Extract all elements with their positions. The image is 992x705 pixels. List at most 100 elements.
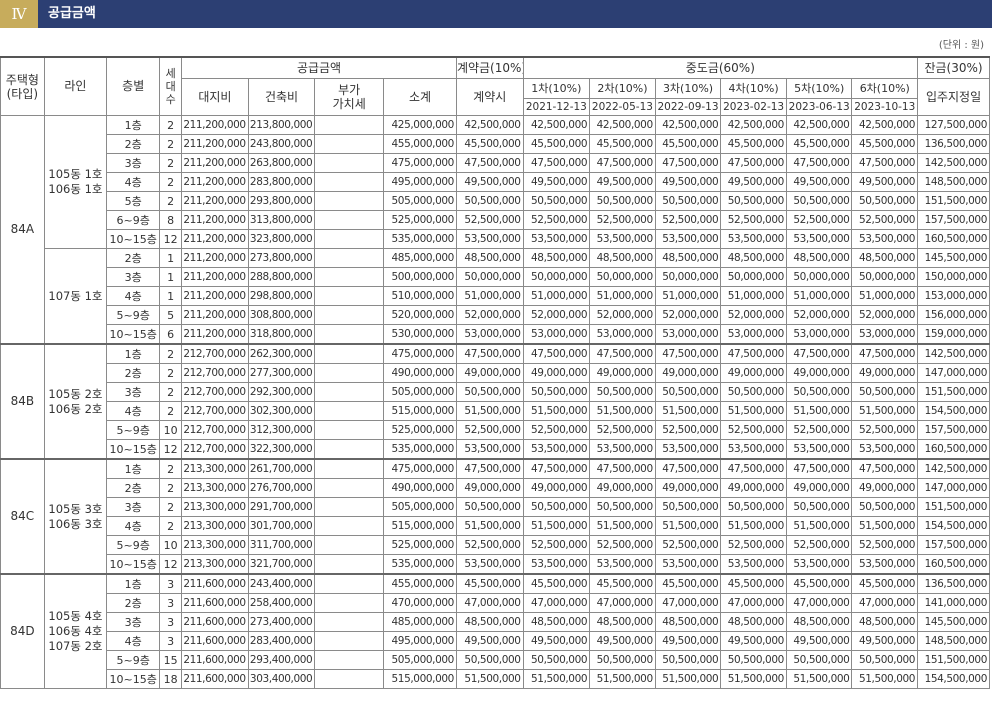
cell-middle-1: 47,000,000 [522,593,591,613]
cell-floor: 1층 [106,458,161,479]
cell-count: 1 [159,267,183,287]
cell-middle-4: 53,000,000 [720,324,787,345]
cell-middle-6: 49,500,000 [851,172,919,192]
cell-subtotal: 525,000,000 [383,535,457,555]
cell-contract: 52,500,000 [455,210,524,230]
table-row: 3층 2 213,300,000 291,700,000 505,000,000 50,5… [1,497,990,517]
cell-building: 273,400,000 [247,612,316,632]
cell-middle-4: 53,500,000 [720,439,787,460]
cell-middle-6: 49,000,000 [851,478,919,498]
cell-building: 318,800,000 [247,324,316,345]
cell-vat [314,191,385,211]
cell-building: 258,400,000 [247,593,316,613]
cell-floor: 2층 [106,134,161,154]
cell-subtotal: 475,000,000 [383,458,457,479]
cell-vat [314,516,385,536]
cell-floor: 1층 [106,343,161,364]
cell-land: 213,300,000 [181,478,249,498]
cell-building: 293,800,000 [247,191,316,211]
cell-middle-2: 47,500,000 [589,153,656,173]
cell-middle-1: 52,500,000 [522,535,591,555]
cell-middle-5: 53,500,000 [785,439,853,460]
cell-subtotal: 485,000,000 [383,612,457,632]
cell-count: 3 [159,612,183,632]
table-row: 84D 105동 4호 106동 4호 107동 2호 1층 3 211,600,000… [0,573,990,689]
cell-middle-2: 48,500,000 [589,612,656,632]
cell-building: 321,700,000 [247,554,316,575]
cell-balance: 147,000,000 [917,478,990,498]
col-subtotal: 소계 [383,78,457,116]
cell-land: 212,700,000 [181,382,249,402]
cell-middle-4: 52,000,000 [720,305,787,325]
cell-middle-1: 53,500,000 [522,554,591,575]
cell-middle-4: 47,500,000 [720,458,787,479]
cell-subtotal: 500,000,000 [383,267,457,287]
cell-middle-3: 50,500,000 [654,382,722,402]
cell-contract: 50,500,000 [455,497,524,517]
cell-middle-6: 49,500,000 [851,631,919,651]
cell-subtotal: 475,000,000 [383,153,457,173]
cell-middle-3: 51,500,000 [654,401,722,421]
cell-middle-3: 49,000,000 [654,478,722,498]
cell-middle-5: 51,000,000 [785,286,853,306]
cell-balance: 157,500,000 [917,210,990,230]
cell-middle-6: 52,500,000 [851,535,919,555]
cell-balance: 142,500,000 [917,458,990,479]
cell-middle-4: 50,000,000 [720,267,787,287]
cell-building: 313,800,000 [247,210,316,230]
table-row: 10~15층 12 213,300,000 321,700,000 535,000,00… [1,554,990,575]
cell-subtotal: 455,000,000 [383,134,457,154]
cell-contract: 51,500,000 [455,401,524,421]
cell-balance: 160,500,000 [917,229,990,249]
table-row: 2층 2 211,200,000 243,800,000 455,000,000 45,5… [1,134,990,154]
cell-middle-2: 50,000,000 [589,267,656,287]
cell-middle-5: 45,500,000 [785,134,853,154]
cell-middle-4: 50,500,000 [720,650,787,670]
cell-count: 2 [159,172,183,192]
cell-floor: 5~9층 [106,420,161,440]
cell-balance: 154,500,000 [917,401,990,421]
cell-middle-5: 48,500,000 [785,612,853,632]
cell-building: 302,300,000 [247,401,316,421]
cell-middle-4: 50,500,000 [720,497,787,517]
cell-floor: 2층 [106,248,161,268]
cell-building: 311,700,000 [247,535,316,555]
cell-middle-5: 53,500,000 [785,229,853,249]
cell-count: 3 [159,573,183,594]
table-row: 5~9층 15 211,600,000 293,400,000 505,000,000 5… [1,650,990,670]
cell-middle-5: 45,500,000 [785,573,853,594]
cell-vat [314,439,385,460]
cell-balance: 141,000,000 [917,593,990,613]
cell-building: 312,300,000 [247,420,316,440]
cell-building: 273,800,000 [247,248,316,268]
cell-balance: 148,500,000 [917,631,990,651]
cell-subtotal: 475,000,000 [383,343,457,364]
cell-middle-5: 51,500,000 [785,401,853,421]
cell-middle-5: 51,500,000 [785,516,853,536]
cell-middle-6: 53,000,000 [851,324,919,345]
cell-building: 213,800,000 [247,115,316,135]
cell-middle-6: 53,500,000 [851,229,919,249]
cell-balance: 154,500,000 [917,669,990,689]
cell-middle-5: 47,500,000 [785,458,853,479]
cell-vat [314,573,385,594]
cell-building: 243,400,000 [247,573,316,594]
cell-middle-4: 53,500,000 [720,554,787,575]
cell-building: 301,700,000 [247,516,316,536]
col-floor: 층별 [106,56,161,116]
cell-middle-1: 50,000,000 [522,267,591,287]
cell-middle-4: 47,000,000 [720,593,787,613]
cell-building: 283,800,000 [247,172,316,192]
cell-subtotal: 485,000,000 [383,248,457,268]
col-middle-5: 5차(10%) [785,78,853,99]
cell-vat [314,267,385,287]
cell-floor: 3층 [106,267,161,287]
cell-middle-6: 53,500,000 [851,554,919,575]
cell-subtotal: 515,000,000 [383,516,457,536]
cell-middle-2: 42,500,000 [589,115,656,135]
table-row: 3층 2 212,700,000 292,300,000 505,000,000 50,5… [1,382,990,402]
cell-land: 211,200,000 [181,134,249,154]
cell-middle-3: 51,000,000 [654,286,722,306]
cell-balance: 147,000,000 [917,363,990,383]
cell-line: 105동 3호 106동 3호 [43,458,108,575]
